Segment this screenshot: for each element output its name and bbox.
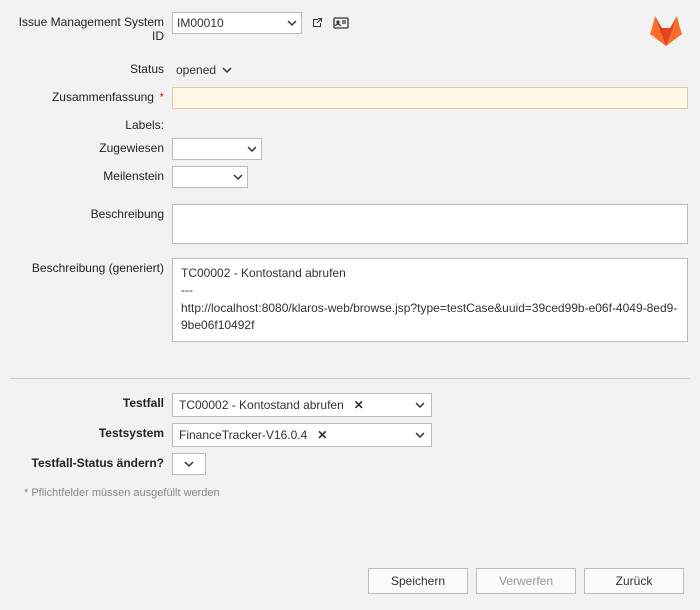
testcase-value: TC00002 - Kontostand abrufen — [179, 398, 344, 412]
testsystem-select[interactable]: FinanceTracker-V16.0.4 ✕ — [172, 423, 432, 447]
testcase-status-change-select[interactable] — [172, 453, 206, 475]
chevron-down-icon — [287, 18, 297, 28]
required-footnote: * Pflichtfelder müssen ausgefüllt werden — [24, 487, 688, 499]
chevron-down-icon — [415, 400, 425, 410]
card-icon[interactable] — [332, 14, 350, 32]
label-testcase: Testfall — [12, 393, 172, 410]
open-external-icon[interactable] — [308, 14, 326, 32]
summary-input[interactable] — [172, 87, 688, 109]
chevron-down-icon — [233, 172, 243, 182]
label-description-generated: Beschreibung (generiert) — [12, 258, 172, 275]
testcase-select[interactable]: TC00002 - Kontostand abrufen ✕ — [172, 393, 432, 417]
label-assignee: Zugewiesen — [12, 138, 172, 155]
gitlab-logo — [648, 12, 684, 48]
label-status: Status — [12, 59, 172, 76]
label-ims-id: Issue Management System ID — [12, 12, 172, 43]
chevron-down-icon — [247, 144, 257, 154]
chevron-down-icon — [184, 459, 194, 469]
description-textarea[interactable] — [172, 204, 688, 244]
gen-line-2: --- — [181, 282, 679, 299]
description-generated-box: TC00002 - Kontostand abrufen --- http://… — [172, 258, 688, 342]
clear-icon[interactable]: ✕ — [317, 428, 327, 442]
status-select[interactable]: opened — [172, 59, 236, 81]
assignee-select[interactable] — [172, 138, 262, 160]
label-summary-text: Zusammenfassung — [52, 90, 154, 104]
chevron-down-icon — [222, 65, 232, 75]
discard-button[interactable]: Verwerfen — [476, 568, 576, 594]
back-button[interactable]: Zurück — [584, 568, 684, 594]
section-divider — [10, 378, 690, 379]
label-testsystem: Testsystem — [12, 423, 172, 440]
label-testcase-status-change: Testfall-Status ändern? — [12, 453, 172, 470]
status-value: opened — [176, 63, 216, 77]
label-labels: Labels: — [12, 115, 172, 132]
required-marker: * — [159, 90, 164, 104]
gen-line-1: TC00002 - Kontostand abrufen — [181, 265, 679, 282]
ims-id-select[interactable]: IM00010 — [172, 12, 302, 34]
save-button[interactable]: Speichern — [368, 568, 468, 594]
label-description: Beschreibung — [12, 204, 172, 221]
ims-id-value: IM00010 — [177, 16, 224, 30]
clear-icon[interactable]: ✕ — [354, 398, 364, 412]
testsystem-value: FinanceTracker-V16.0.4 — [179, 428, 307, 442]
gen-line-3: http://localhost:8080/klaros-web/browse.… — [181, 300, 679, 335]
chevron-down-icon — [415, 430, 425, 440]
milestone-select[interactable] — [172, 166, 248, 188]
button-bar: Speichern Verwerfen Zurück — [368, 568, 684, 594]
label-summary: Zusammenfassung * — [12, 87, 172, 104]
label-milestone: Meilenstein — [12, 166, 172, 183]
